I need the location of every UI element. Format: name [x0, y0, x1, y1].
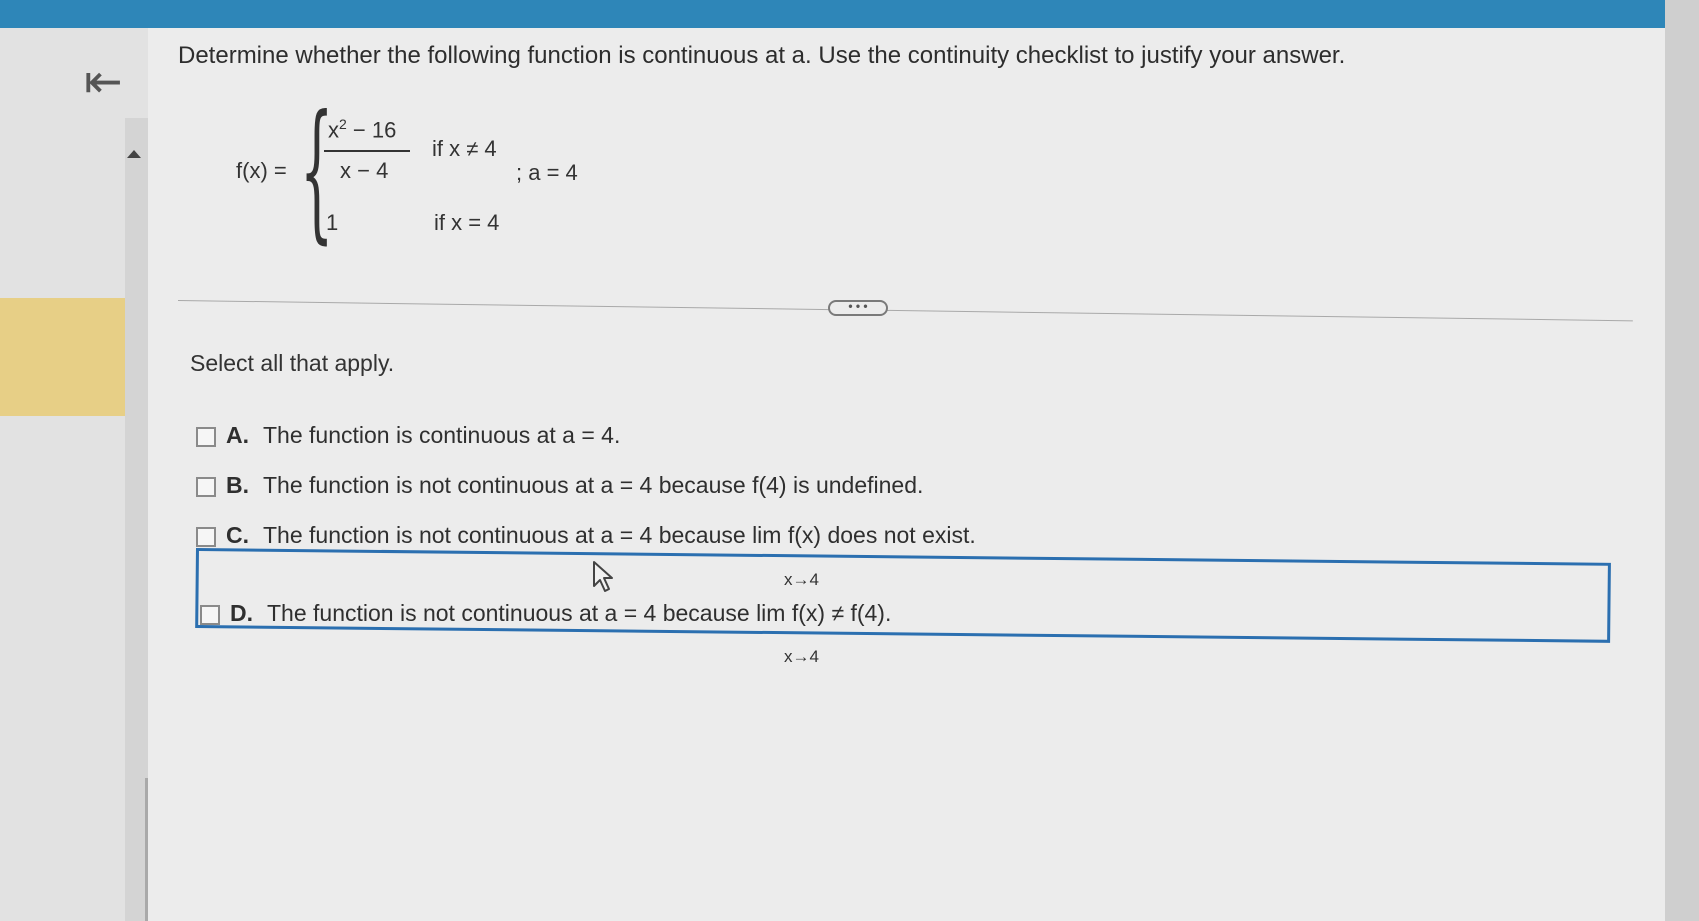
- checkbox-a[interactable]: [196, 426, 216, 447]
- top-bar: [0, 0, 1699, 28]
- checkbox-b[interactable]: [196, 476, 216, 497]
- right-edge-strip: [1665, 0, 1699, 921]
- function-name: f(x) =: [236, 158, 287, 183]
- back-to-start-icon[interactable]: ⇤: [84, 58, 123, 104]
- instruction-text: Select all that apply.: [190, 350, 395, 376]
- a-value: ; a = 4: [516, 160, 578, 185]
- piecewise-function: f(x) = { x2 − 16 x − 4 if x ≠ 4 ; a = 4 …: [236, 92, 616, 252]
- piece2-condition: if x = 4: [434, 210, 500, 235]
- checkbox-c[interactable]: [196, 526, 216, 547]
- limit-subscript-d: x→4: [784, 647, 819, 666]
- option-b[interactable]: B. The function is not continuous at a = …: [196, 472, 923, 499]
- piece1-numerator: x2 − 16: [328, 116, 397, 143]
- question-highlight-band: [0, 298, 125, 416]
- mouse-cursor-icon: [593, 561, 613, 592]
- checkbox-d[interactable]: [200, 604, 220, 625]
- scroll-up-arrow-icon[interactable]: [127, 150, 141, 158]
- option-c[interactable]: C. The function is not continuous at a = …: [196, 522, 976, 549]
- piece1-condition: if x ≠ 4: [432, 136, 497, 161]
- piece1-denominator: x − 4: [340, 158, 389, 183]
- focused-option-outline: [195, 548, 1611, 643]
- fraction-bar: [324, 150, 410, 152]
- question-text: Determine whether the following function…: [178, 42, 1346, 69]
- option-a[interactable]: A. The function is continuous at a = 4.: [196, 422, 620, 449]
- option-d[interactable]: D. The function is not continuous at a = …: [200, 600, 891, 627]
- limit-subscript-c: x→4: [784, 570, 819, 589]
- piece2-value: 1: [326, 210, 339, 235]
- more-options-button[interactable]: • • •: [828, 300, 888, 316]
